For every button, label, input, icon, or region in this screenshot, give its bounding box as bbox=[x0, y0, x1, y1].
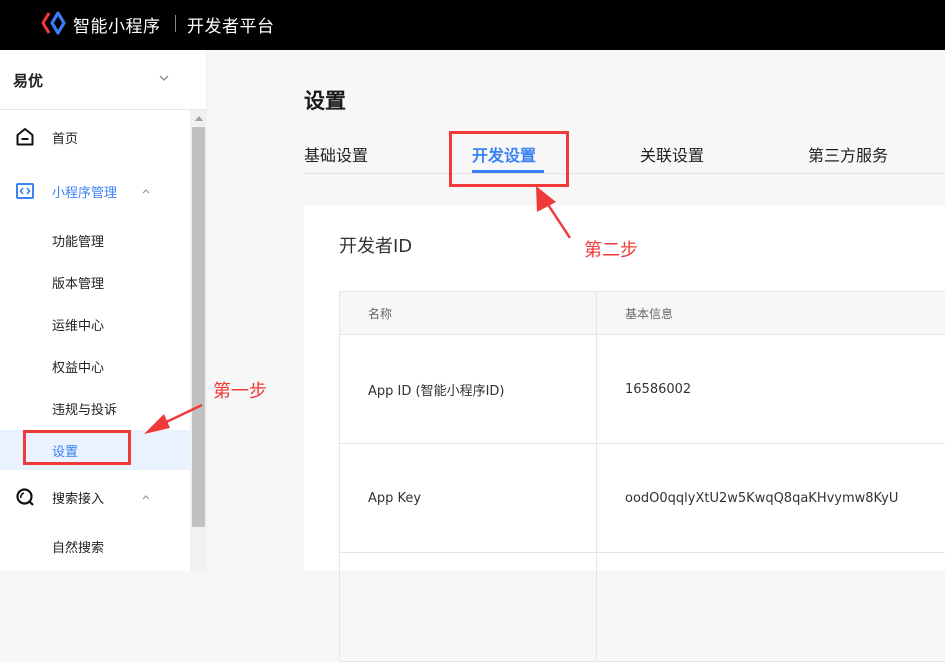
tab-basic-settings[interactable]: 基础设置 bbox=[304, 142, 368, 166]
annotation-box-step1 bbox=[23, 430, 131, 465]
row-name: App Key bbox=[340, 444, 597, 552]
sidebar-item-home[interactable]: 首页 bbox=[0, 117, 190, 157]
sidebar-subitem-violations[interactable]: 违规与投诉 bbox=[0, 388, 190, 428]
app-id-value[interactable]: 16586002 bbox=[597, 335, 945, 443]
code-brackets-icon bbox=[16, 183, 34, 199]
sidebar-subitem-benefits[interactable]: 权益中心 bbox=[0, 346, 190, 386]
sidebar-item-label: 首页 bbox=[52, 132, 79, 147]
page-title: 设置 bbox=[304, 89, 346, 113]
sidebar-subitem-label: 功能管理 bbox=[52, 235, 105, 250]
chevron-up-icon[interactable] bbox=[141, 186, 151, 196]
tab-linked-settings[interactable]: 关联设置 bbox=[640, 142, 704, 166]
annotation-box-step2 bbox=[449, 131, 569, 187]
row-value bbox=[597, 553, 945, 661]
sidebar-item-label: 小程序管理 bbox=[52, 186, 118, 201]
sidebar-menu: 首页 小程序管理 功能管理 版本管理 运维中心 权益中心 违规与投诉 设置 搜索… bbox=[0, 110, 190, 571]
brand-name[interactable]: 智能小程序 bbox=[73, 12, 161, 37]
sidebar-subitem-features[interactable]: 功能管理 bbox=[0, 220, 190, 260]
sidebar-item-program-management[interactable]: 小程序管理 bbox=[0, 171, 190, 211]
platform-name: 开发者平台 bbox=[187, 17, 275, 37]
sidebar-subitem-label: 运维中心 bbox=[52, 319, 105, 334]
sidebar-subitem-label: 权益中心 bbox=[52, 361, 105, 376]
account-switcher[interactable]: 易优 bbox=[0, 50, 207, 110]
sidebar: 易优 首页 小程序管理 功能管理 版本管理 运维中心 权益中心 违规与投诉 设置… bbox=[0, 50, 207, 571]
table-row: App ID (智能小程序ID) 16586002 bbox=[340, 335, 945, 444]
developer-id-table: 名称 基本信息 App ID (智能小程序ID) 16586002 App Ke… bbox=[339, 291, 945, 662]
smart-program-logo-icon[interactable] bbox=[41, 11, 67, 35]
sidebar-subitem-operations[interactable]: 运维中心 bbox=[0, 304, 190, 344]
column-header-name: 名称 bbox=[340, 292, 597, 334]
row-name: App ID (智能小程序ID) bbox=[340, 335, 597, 443]
table-row: App Key oodO0qqlyXtU2w5KwqQ8qaKHvymw8KyU bbox=[340, 444, 945, 553]
sidebar-item-search-access[interactable]: 搜索接入 bbox=[0, 477, 190, 517]
sidebar-item-label: 搜索接入 bbox=[52, 492, 105, 507]
settings-tabs: 基础设置 开发设置 关联设置 第三方服务 bbox=[304, 138, 945, 174]
sidebar-subitem-versions[interactable]: 版本管理 bbox=[0, 262, 190, 302]
tab-third-party[interactable]: 第三方服务 bbox=[808, 142, 888, 166]
top-bar: 智能小程序 开发者平台 bbox=[0, 0, 945, 50]
brand-divider bbox=[175, 15, 176, 32]
main-content: 设置 基础设置 开发设置 关联设置 第三方服务 开发者ID 名称 基本信息 Ap… bbox=[207, 50, 945, 662]
annotation-step1-label: 第一步 bbox=[213, 381, 267, 402]
card-title: 开发者ID bbox=[339, 236, 413, 257]
search-icon bbox=[16, 488, 34, 506]
annotation-step2-label: 第二步 bbox=[584, 240, 638, 261]
scroll-up-arrow-icon[interactable] bbox=[195, 116, 203, 121]
sidebar-scrollbar[interactable] bbox=[190, 110, 207, 571]
sidebar-subitem-natural-search[interactable]: 自然搜索 bbox=[0, 526, 190, 566]
sidebar-subitem-label: 自然搜索 bbox=[52, 541, 105, 556]
account-name: 易优 bbox=[13, 72, 44, 90]
column-header-info: 基本信息 bbox=[625, 306, 674, 321]
sidebar-subitem-label: 版本管理 bbox=[52, 277, 105, 292]
table-row bbox=[340, 553, 945, 662]
table-header: 名称 基本信息 bbox=[340, 292, 945, 335]
chevron-up-icon[interactable] bbox=[141, 492, 151, 502]
home-icon bbox=[16, 128, 34, 146]
row-name bbox=[340, 553, 597, 661]
scrollbar-thumb[interactable] bbox=[192, 127, 205, 527]
sidebar-subitem-label: 违规与投诉 bbox=[52, 403, 118, 418]
chevron-down-icon[interactable] bbox=[158, 72, 170, 84]
app-key-value[interactable]: oodO0qqlyXtU2w5KwqQ8qaKHvymw8KyU bbox=[597, 444, 945, 552]
